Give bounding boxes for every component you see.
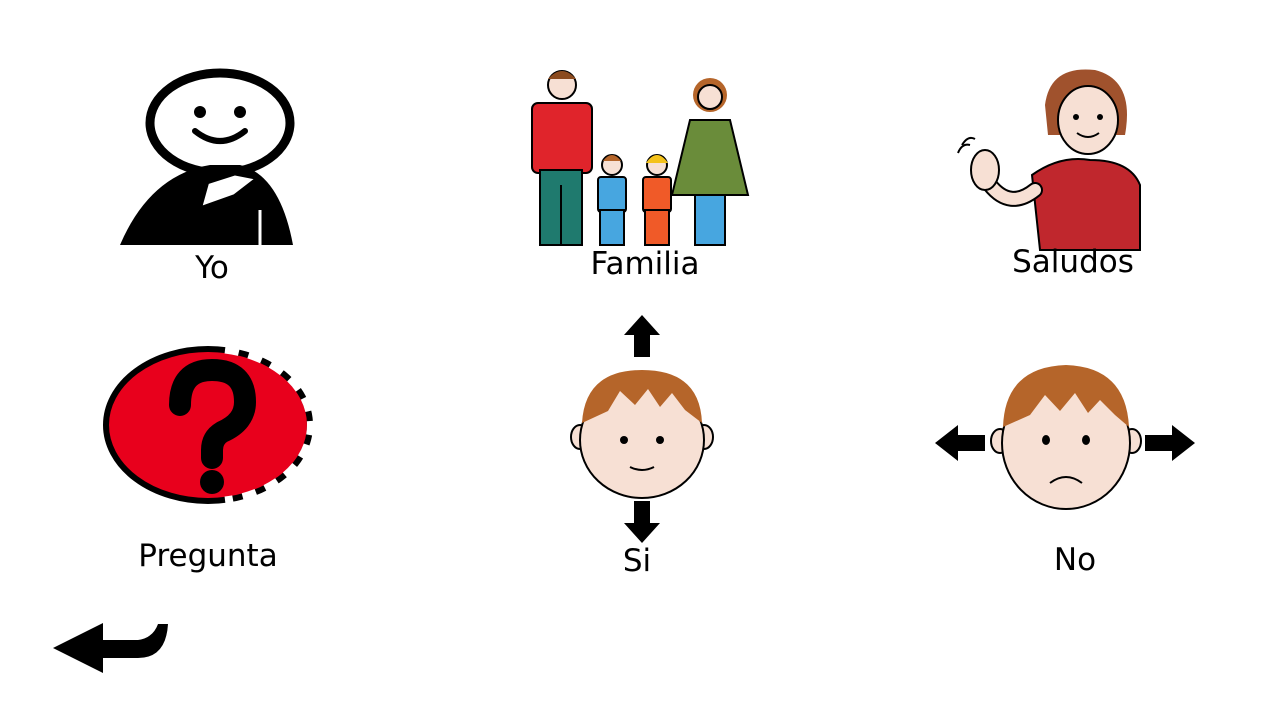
tile-pregunta[interactable]: Pregunta: [100, 335, 330, 585]
tile-label: Familia: [590, 246, 700, 282]
tile-label: Saludos: [1012, 244, 1134, 280]
tile-saludos[interactable]: Saludos: [950, 60, 1150, 290]
tile-yo[interactable]: Yo: [110, 60, 310, 290]
tile-label: No: [1053, 542, 1097, 578]
shaking-head-face-icon: [935, 365, 1195, 510]
question-mark-icon: [103, 346, 314, 504]
back-arrow-icon: [53, 623, 168, 673]
tile-familia[interactable]: Familia: [520, 60, 760, 290]
tile-label: Si: [622, 543, 652, 579]
back-button[interactable]: [48, 618, 173, 678]
waving-person-icon: [957, 69, 1141, 251]
tile-no[interactable]: No: [930, 340, 1200, 580]
tile-label: Yo: [195, 250, 229, 286]
family-icon: [531, 70, 750, 246]
pointing-to-self-icon: [110, 65, 310, 255]
tile-label: Pregunta: [138, 538, 278, 574]
tile-si[interactable]: Si: [560, 310, 720, 580]
nodding-face-icon: [570, 315, 714, 543]
